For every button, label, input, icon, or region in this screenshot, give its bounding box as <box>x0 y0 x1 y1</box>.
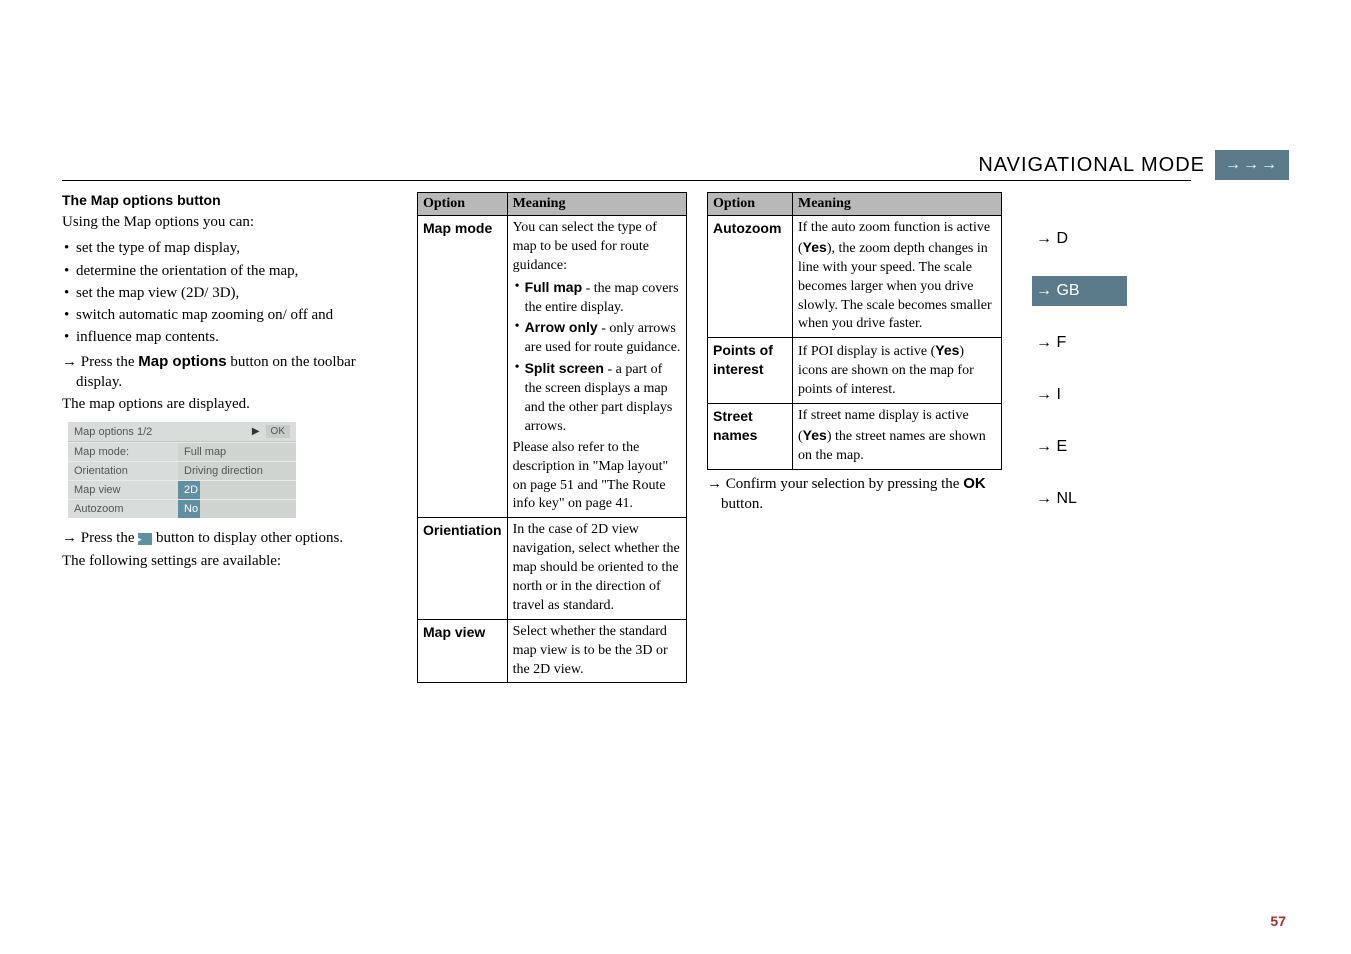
header-rule <box>62 180 1191 181</box>
intro-bullet-list: set the type of map display, determine t… <box>64 238 397 347</box>
row-label: Map mode: <box>68 443 178 461</box>
table-header: Option <box>418 193 508 216</box>
option-meaning: If street name display is active (Yes) t… <box>793 404 1002 470</box>
option-name: Street names <box>708 404 793 470</box>
page-number: 57 <box>1270 913 1286 929</box>
table-header: Meaning <box>507 193 686 216</box>
bullet-item: determine the orientation of the map, <box>64 261 397 281</box>
table-header: Option <box>708 193 793 216</box>
bullet-item: switch automatic map zooming on/ off and <box>64 305 397 325</box>
ok-button: OK <box>266 425 290 438</box>
page-header: NAVIGATIONAL MODE →→→ <box>978 150 1289 180</box>
lang-tab-i[interactable]: → I <box>1032 380 1127 410</box>
row-value-highlight: No <box>178 500 200 518</box>
options-table-1: Option Meaning Map mode You can select t… <box>417 192 687 683</box>
language-sidebar: → D → GB → F → I → E → NL <box>1032 224 1127 683</box>
option-meaning: In the case of 2D view navigation, selec… <box>507 518 686 619</box>
next-icon: ▶ <box>138 533 152 545</box>
row-label: Autozoom <box>68 500 178 518</box>
option-meaning: If POI display is active (Yes) icons are… <box>793 338 1002 404</box>
lang-tab-nl[interactable]: → NL <box>1032 484 1127 514</box>
body-text: The map options are displayed. <box>62 394 397 414</box>
instruction-step: Press the ▶ button to display other opti… <box>62 528 397 548</box>
row-value: Full map <box>178 443 296 461</box>
screenshot-title: Map options 1/2 <box>74 426 152 438</box>
option-meaning: Select whether the standard map view is … <box>507 619 686 683</box>
bullet-item: set the type of map display, <box>64 238 397 258</box>
map-options-screenshot: Map options 1/2 ▶ OK Map mode: Full map … <box>68 422 296 518</box>
lang-tab-gb[interactable]: → GB <box>1032 276 1127 306</box>
table-header: Meaning <box>793 193 1002 216</box>
bullet-item: set the map view (2D/ 3D), <box>64 283 397 303</box>
column-left: The Map options button Using the Map opt… <box>62 192 397 683</box>
instruction-step: Press the Map options button on the tool… <box>62 352 397 393</box>
option-name: Map mode <box>418 216 508 518</box>
lang-tab-e[interactable]: → E <box>1032 432 1127 462</box>
row-value: Driving direction <box>178 462 296 480</box>
lang-tab-f[interactable]: → F <box>1032 328 1127 358</box>
options-table-2: Option Meaning Autozoom If the auto zoom… <box>707 192 1002 470</box>
instruction-step: Confirm your selection by pressing the O… <box>707 474 1002 515</box>
play-icon: ▶ <box>252 426 260 437</box>
column-right: Option Meaning Autozoom If the auto zoom… <box>707 192 1002 683</box>
header-tab-arrows: →→→ <box>1215 150 1289 180</box>
row-label: Orientation <box>68 462 178 480</box>
section-heading: The Map options button <box>62 192 397 208</box>
lang-tab-d[interactable]: → D <box>1032 224 1127 254</box>
option-name: Orientiation <box>418 518 508 619</box>
intro-text: Using the Map options you can: <box>62 212 397 232</box>
bullet-item: influence map contents. <box>64 327 397 347</box>
header-title: NAVIGATIONAL MODE <box>978 154 1205 177</box>
option-name: Autozoom <box>708 216 793 338</box>
option-name: Map view <box>418 619 508 683</box>
row-value-highlight: 2D <box>178 481 200 499</box>
option-meaning: If the auto zoom function is active (Yes… <box>793 216 1002 338</box>
row-label: Map view <box>68 481 178 499</box>
option-meaning: You can select the type of map to be use… <box>507 216 686 518</box>
column-middle: Option Meaning Map mode You can select t… <box>417 192 687 683</box>
body-text: The following settings are available: <box>62 551 397 571</box>
option-name: Points of interest <box>708 338 793 404</box>
